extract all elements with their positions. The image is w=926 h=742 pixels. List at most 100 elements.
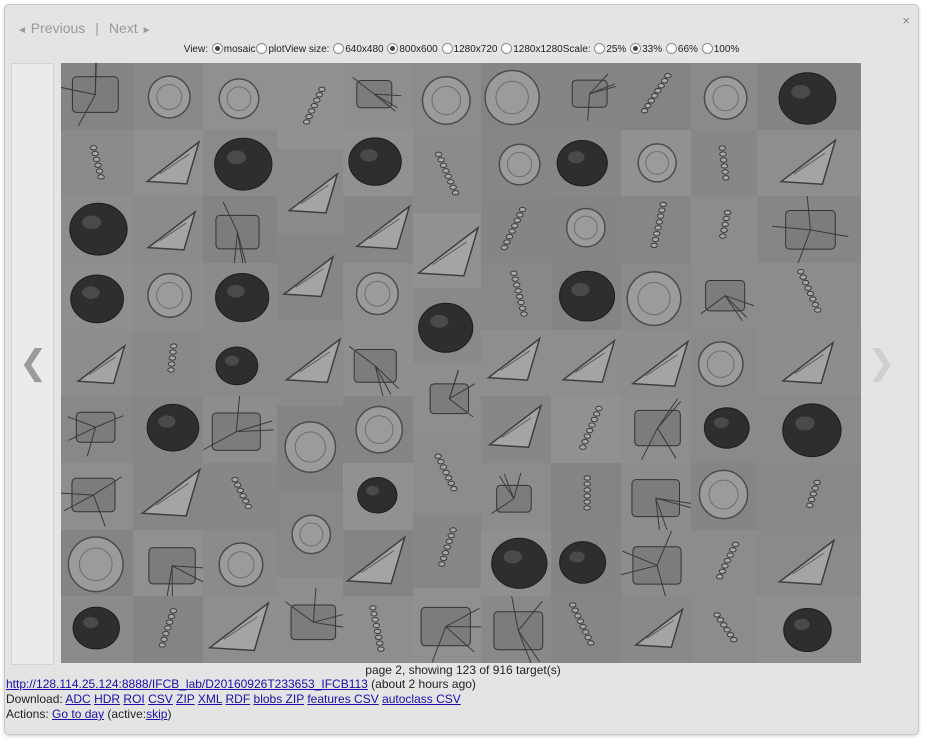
download-rdf-link[interactable]: RDF	[226, 692, 251, 706]
target-thumbnail[interactable]	[691, 530, 757, 597]
target-thumbnail[interactable]	[133, 196, 205, 263]
target-thumbnail[interactable]	[203, 263, 277, 330]
target-thumbnail[interactable]	[757, 196, 861, 263]
target-thumbnail[interactable]	[133, 463, 205, 530]
target-thumbnail[interactable]	[133, 263, 205, 330]
target-thumbnail[interactable]	[621, 63, 691, 130]
target-thumbnail[interactable]	[277, 234, 343, 320]
target-thumbnail[interactable]	[691, 130, 757, 197]
size-800-radio[interactable]	[387, 43, 399, 54]
target-thumbnail[interactable]	[277, 406, 343, 492]
download-zip-link[interactable]: ZIP	[176, 692, 194, 706]
target-thumbnail[interactable]	[757, 530, 861, 597]
target-thumbnail[interactable]	[413, 588, 481, 663]
target-thumbnail[interactable]	[691, 596, 757, 663]
target-thumbnail[interactable]	[203, 196, 277, 263]
target-thumbnail[interactable]	[413, 288, 481, 363]
target-thumbnail[interactable]	[621, 396, 691, 463]
scale-100-radio[interactable]	[701, 43, 713, 54]
target-thumbnail[interactable]	[481, 596, 551, 663]
target-thumbnail[interactable]	[481, 196, 551, 263]
scale-25-radio[interactable]	[594, 43, 606, 54]
download-blobs-zip-link[interactable]: blobs ZIP	[254, 692, 304, 706]
target-thumbnail[interactable]	[757, 396, 861, 463]
target-thumbnail[interactable]	[551, 596, 621, 663]
target-thumbnail[interactable]	[551, 130, 621, 197]
target-thumbnail[interactable]	[61, 463, 133, 530]
target-thumbnail[interactable]	[413, 213, 481, 288]
target-thumbnail[interactable]	[691, 63, 757, 130]
target-thumbnail[interactable]	[481, 63, 551, 130]
target-thumbnail[interactable]	[481, 130, 551, 197]
target-thumbnail[interactable]	[61, 130, 133, 197]
target-thumbnail[interactable]	[343, 330, 413, 397]
target-thumbnail[interactable]	[481, 396, 551, 463]
target-thumbnail[interactable]	[757, 130, 861, 197]
target-thumbnail[interactable]	[277, 577, 343, 663]
target-thumbnail[interactable]	[203, 530, 277, 597]
target-thumbnail[interactable]	[551, 63, 621, 130]
target-thumbnail[interactable]	[481, 530, 551, 597]
target-thumbnail[interactable]	[481, 330, 551, 397]
target-thumbnail[interactable]	[343, 196, 413, 263]
target-thumbnail[interactable]	[621, 330, 691, 397]
target-thumbnail[interactable]	[61, 330, 133, 397]
download-roi-link[interactable]: ROI	[123, 692, 144, 706]
download-features-csv-link[interactable]: features CSV	[307, 692, 378, 706]
target-thumbnail[interactable]	[343, 463, 413, 530]
target-thumbnail[interactable]	[621, 196, 691, 263]
target-thumbnail[interactable]	[203, 463, 277, 530]
target-thumbnail[interactable]	[61, 396, 133, 463]
target-thumbnail[interactable]	[413, 363, 481, 438]
target-thumbnail[interactable]	[691, 396, 757, 463]
target-thumbnail[interactable]	[621, 530, 691, 597]
target-thumbnail[interactable]	[551, 463, 621, 530]
target-thumbnail[interactable]	[61, 263, 133, 330]
target-thumbnail[interactable]	[343, 63, 413, 130]
target-thumbnail[interactable]	[203, 396, 277, 463]
target-thumbnail[interactable]	[621, 463, 691, 530]
target-thumbnail[interactable]	[277, 492, 343, 578]
target-thumbnail[interactable]	[203, 130, 277, 197]
chevron-right-icon[interactable]: ❯	[867, 346, 896, 380]
target-thumbnail[interactable]	[343, 263, 413, 330]
target-thumbnail[interactable]	[343, 396, 413, 463]
next-link[interactable]: Next ►	[109, 20, 152, 36]
size-640-radio[interactable]	[333, 43, 345, 54]
skip-link[interactable]: skip	[146, 707, 167, 721]
target-thumbnail[interactable]	[481, 463, 551, 530]
download-autoclass-csv-link[interactable]: autoclass CSV	[382, 692, 461, 706]
target-thumbnail[interactable]	[551, 530, 621, 597]
chevron-left-icon[interactable]: ❮	[19, 346, 48, 380]
target-thumbnail[interactable]	[621, 130, 691, 197]
target-thumbnail[interactable]	[551, 263, 621, 330]
scale-33-radio[interactable]	[630, 43, 642, 54]
target-thumbnail[interactable]	[277, 63, 343, 149]
target-thumbnail[interactable]	[343, 130, 413, 197]
target-thumbnail[interactable]	[691, 263, 757, 330]
target-thumbnail[interactable]	[413, 438, 481, 513]
target-thumbnail[interactable]	[133, 530, 205, 597]
target-thumbnail[interactable]	[133, 130, 205, 197]
target-thumbnail[interactable]	[203, 596, 277, 663]
target-thumbnail[interactable]	[61, 530, 133, 597]
target-thumbnail[interactable]	[277, 149, 343, 235]
target-thumbnail[interactable]	[691, 330, 757, 397]
scale-66-radio[interactable]	[665, 43, 677, 54]
bin-url-link[interactable]: http://128.114.25.124:8888/IFCB_lab/D201…	[6, 677, 368, 691]
target-thumbnail[interactable]	[757, 263, 861, 330]
view-plot-radio[interactable]	[256, 43, 268, 54]
target-thumbnail[interactable]	[481, 263, 551, 330]
target-thumbnail[interactable]	[413, 138, 481, 213]
previous-link[interactable]: ◄ Previous	[17, 20, 85, 36]
close-icon[interactable]: ×	[902, 14, 910, 27]
download-csv-link[interactable]: CSV	[148, 692, 173, 706]
target-thumbnail[interactable]	[413, 63, 481, 138]
target-thumbnail[interactable]	[61, 596, 133, 663]
target-thumbnail[interactable]	[757, 463, 861, 530]
download-xml-link[interactable]: XML	[198, 692, 222, 706]
target-thumbnail[interactable]	[757, 596, 861, 663]
download-adc-link[interactable]: ADC	[65, 692, 90, 706]
size-1280x1280-radio[interactable]	[501, 43, 513, 54]
target-thumbnail[interactable]	[551, 330, 621, 397]
